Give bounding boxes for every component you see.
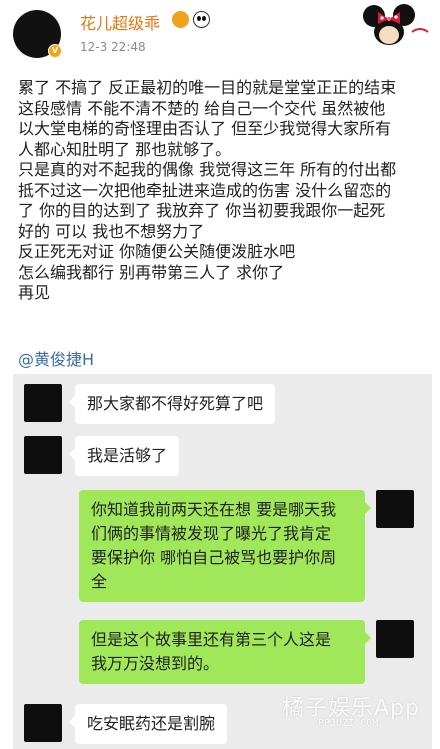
chat-avatar-other bbox=[24, 704, 62, 742]
chat-avatar-self bbox=[376, 490, 414, 528]
chat-message-line: 全 bbox=[91, 572, 108, 591]
post-timestamp: 12-3 22:48 bbox=[80, 40, 146, 54]
chat-bubble-outgoing: 你知道我前两天还在想 要是哪天我 们俩的事情被发现了曝光了我肯定 要保护你 哪怕… bbox=[79, 490, 371, 602]
post-line: 了 你的目的达到了 我放弃了 你当初要我跟你一起死 bbox=[18, 201, 386, 220]
chat-avatar-other bbox=[24, 384, 62, 422]
chat-message-line: 们俩的事情被发现了曝光了我肯定 bbox=[91, 524, 332, 543]
chat-bubble-outgoing: 但是这个故事里还有第三个人这是 我万万没想到的。 bbox=[79, 620, 371, 684]
panda-emoji-icon bbox=[193, 11, 210, 28]
post-line: 再见 bbox=[18, 283, 51, 302]
minnie-mouse-sticker-icon bbox=[363, 4, 429, 45]
chat-avatar-other bbox=[24, 436, 62, 474]
post-line: 抵不过这一次把他牵扯进来造成的伤害 没什么留恋的 bbox=[18, 180, 392, 200]
post-line: 以大堂电梯的奇怪理由否认了 但至少我觉得大家所有 bbox=[18, 119, 392, 138]
verified-badge-icon: V bbox=[48, 44, 62, 58]
angry-face-emoji-icon bbox=[172, 11, 189, 28]
post-line: 怎么编我都行 别再带第三人了 求你了 bbox=[18, 262, 285, 282]
chat-bubble-incoming: 我是活够了 bbox=[68, 436, 180, 476]
post-line: 累了 不搞了 反正最初的唯一目的就是堂堂正正的结束 bbox=[18, 78, 397, 97]
mention-link[interactable]: @黄俊捷H bbox=[18, 346, 94, 370]
chat-avatar-self bbox=[376, 620, 414, 658]
post-text: 累了 不搞了 反正最初的唯一目的就是堂堂正正的结束 这段感情 不能不清不楚的 给… bbox=[18, 78, 432, 304]
chat-message-line: 但是这个故事里还有第三个人这是 bbox=[91, 630, 332, 649]
chat-bubble-incoming: 吃安眠药还是割腕 bbox=[68, 704, 228, 744]
chat-bubble-incoming: 那大家都不得好死算了吧 bbox=[68, 384, 276, 424]
chat-message-line: 要保护你 哪怕自己被骂也要护你周 bbox=[91, 548, 337, 567]
chat-message-line: 我万万没想到的。 bbox=[91, 654, 220, 673]
watermark-url: PPJUZI.COM bbox=[318, 718, 379, 729]
chat-message-line: 你知道我前两天还在想 要是哪天我 bbox=[91, 500, 337, 519]
chat-message-text: 吃安眠药还是割腕 bbox=[87, 714, 216, 733]
post-line: 只是真的对不起我的偶像 我觉得这三年 所有的付出都 bbox=[18, 160, 397, 179]
post-line: 好的 可以 我也不想努力了 bbox=[18, 221, 205, 241]
post-line: 这段感情 不能不清不楚的 给自己一个交代 虽然被他 bbox=[18, 98, 386, 118]
username[interactable]: 花儿超级乖 bbox=[80, 10, 160, 34]
post-line: 人都心知肚明了 那也就够了。 bbox=[18, 139, 232, 159]
post-header: V 花儿超级乖 12-3 22:48 bbox=[0, 0, 440, 70]
chat-message-text: 我是活够了 bbox=[87, 446, 168, 465]
chat-message-text: 那大家都不得好死算了吧 bbox=[87, 394, 264, 413]
post-line: 反正死无对证 你随便公关随便泼脏水吧 bbox=[18, 242, 296, 261]
